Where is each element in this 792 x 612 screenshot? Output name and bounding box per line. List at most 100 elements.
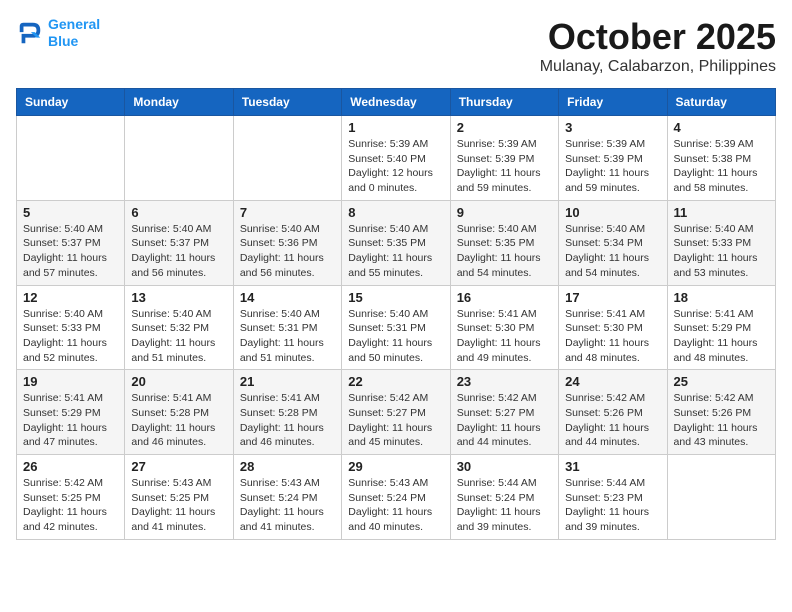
day-info: Sunrise: 5:40 AM Sunset: 5:37 PM Dayligh… [131, 222, 226, 281]
calendar-cell: 7 Sunrise: 5:40 AM Sunset: 5:36 PM Daylig… [233, 200, 341, 285]
day-number: 15 [348, 290, 443, 305]
day-number: 26 [23, 459, 118, 474]
day-info: Sunrise: 5:40 AM Sunset: 5:33 PM Dayligh… [23, 307, 118, 366]
day-info: Sunrise: 5:40 AM Sunset: 5:31 PM Dayligh… [240, 307, 335, 366]
day-number: 13 [131, 290, 226, 305]
day-info: Sunrise: 5:41 AM Sunset: 5:30 PM Dayligh… [565, 307, 660, 366]
day-info: Sunrise: 5:42 AM Sunset: 5:27 PM Dayligh… [457, 391, 552, 450]
day-header-wednesday: Wednesday [342, 89, 450, 116]
day-info: Sunrise: 5:44 AM Sunset: 5:24 PM Dayligh… [457, 476, 552, 535]
day-number: 6 [131, 205, 226, 220]
calendar-week-row: 5 Sunrise: 5:40 AM Sunset: 5:37 PM Daylig… [17, 200, 776, 285]
calendar-cell: 13 Sunrise: 5:40 AM Sunset: 5:32 PM Dayli… [125, 285, 233, 370]
day-number: 18 [674, 290, 769, 305]
day-header-sunday: Sunday [17, 89, 125, 116]
day-info: Sunrise: 5:42 AM Sunset: 5:27 PM Dayligh… [348, 391, 443, 450]
calendar-week-row: 1 Sunrise: 5:39 AM Sunset: 5:40 PM Daylig… [17, 116, 776, 201]
day-number: 1 [348, 120, 443, 135]
calendar-week-row: 19 Sunrise: 5:41 AM Sunset: 5:29 PM Dayli… [17, 370, 776, 455]
day-number: 9 [457, 205, 552, 220]
calendar-cell: 30Sunrise: 5:44 AM Sunset: 5:24 PM Dayli… [450, 455, 558, 540]
day-info: Sunrise: 5:39 AM Sunset: 5:39 PM Dayligh… [457, 137, 552, 196]
logo-line1: General [48, 16, 100, 32]
day-number: 31 [565, 459, 660, 474]
calendar-cell: 20 Sunrise: 5:41 AM Sunset: 5:28 PM Dayli… [125, 370, 233, 455]
day-header-thursday: Thursday [450, 89, 558, 116]
day-info: Sunrise: 5:39 AM Sunset: 5:38 PM Dayligh… [674, 137, 769, 196]
logo-line2: Blue [48, 33, 78, 49]
calendar-cell: 15 Sunrise: 5:40 AM Sunset: 5:31 PM Dayli… [342, 285, 450, 370]
calendar-cell: 22 Sunrise: 5:42 AM Sunset: 5:27 PM Dayli… [342, 370, 450, 455]
calendar-cell: 2 Sunrise: 5:39 AM Sunset: 5:39 PM Daylig… [450, 116, 558, 201]
page-header: General Blue October 2025 Mulanay, Calab… [16, 16, 776, 76]
calendar-cell: 12 Sunrise: 5:40 AM Sunset: 5:33 PM Dayli… [17, 285, 125, 370]
day-number: 3 [565, 120, 660, 135]
day-number: 17 [565, 290, 660, 305]
day-number: 5 [23, 205, 118, 220]
day-number: 8 [348, 205, 443, 220]
calendar-cell: 17 Sunrise: 5:41 AM Sunset: 5:30 PM Dayli… [559, 285, 667, 370]
day-number: 4 [674, 120, 769, 135]
day-number: 20 [131, 374, 226, 389]
logo-text: General Blue [48, 16, 100, 50]
day-number: 22 [348, 374, 443, 389]
calendar-cell: 9 Sunrise: 5:40 AM Sunset: 5:35 PM Daylig… [450, 200, 558, 285]
day-number: 29 [348, 459, 443, 474]
calendar-cell [17, 116, 125, 201]
calendar-cell: 6 Sunrise: 5:40 AM Sunset: 5:37 PM Daylig… [125, 200, 233, 285]
month-title: October 2025 [540, 16, 776, 58]
day-info: Sunrise: 5:40 AM Sunset: 5:32 PM Dayligh… [131, 307, 226, 366]
calendar-cell: 16Sunrise: 5:41 AM Sunset: 5:30 PM Dayli… [450, 285, 558, 370]
calendar-cell: 10 Sunrise: 5:40 AM Sunset: 5:34 PM Dayli… [559, 200, 667, 285]
day-number: 10 [565, 205, 660, 220]
location-title: Mulanay, Calabarzon, Philippines [540, 58, 776, 76]
calendar-header-row: SundayMondayTuesdayWednesdayThursdayFrid… [17, 89, 776, 116]
day-number: 7 [240, 205, 335, 220]
calendar-cell: 25 Sunrise: 5:42 AM Sunset: 5:26 PM Dayli… [667, 370, 775, 455]
calendar-cell [125, 116, 233, 201]
day-info: Sunrise: 5:41 AM Sunset: 5:29 PM Dayligh… [23, 391, 118, 450]
day-info: Sunrise: 5:43 AM Sunset: 5:24 PM Dayligh… [240, 476, 335, 535]
day-info: Sunrise: 5:41 AM Sunset: 5:28 PM Dayligh… [131, 391, 226, 450]
calendar-week-row: 12 Sunrise: 5:40 AM Sunset: 5:33 PM Dayli… [17, 285, 776, 370]
day-header-friday: Friday [559, 89, 667, 116]
day-number: 25 [674, 374, 769, 389]
calendar-week-row: 26Sunrise: 5:42 AM Sunset: 5:25 PM Dayli… [17, 455, 776, 540]
day-info: Sunrise: 5:43 AM Sunset: 5:25 PM Dayligh… [131, 476, 226, 535]
day-info: Sunrise: 5:42 AM Sunset: 5:26 PM Dayligh… [565, 391, 660, 450]
calendar-cell: 23 Sunrise: 5:42 AM Sunset: 5:27 PM Dayli… [450, 370, 558, 455]
day-number: 23 [457, 374, 552, 389]
calendar-cell: 26Sunrise: 5:42 AM Sunset: 5:25 PM Dayli… [17, 455, 125, 540]
day-info: Sunrise: 5:40 AM Sunset: 5:35 PM Dayligh… [348, 222, 443, 281]
day-info: Sunrise: 5:40 AM Sunset: 5:37 PM Dayligh… [23, 222, 118, 281]
day-info: Sunrise: 5:40 AM Sunset: 5:33 PM Dayligh… [674, 222, 769, 281]
calendar-cell: 14 Sunrise: 5:40 AM Sunset: 5:31 PM Dayli… [233, 285, 341, 370]
day-number: 21 [240, 374, 335, 389]
day-info: Sunrise: 5:41 AM Sunset: 5:28 PM Dayligh… [240, 391, 335, 450]
day-info: Sunrise: 5:43 AM Sunset: 5:24 PM Dayligh… [348, 476, 443, 535]
day-info: Sunrise: 5:41 AM Sunset: 5:30 PM Dayligh… [457, 307, 552, 366]
calendar-cell: 31 Sunrise: 5:44 AM Sunset: 5:23 PM Dayli… [559, 455, 667, 540]
day-info: Sunrise: 5:42 AM Sunset: 5:26 PM Dayligh… [674, 391, 769, 450]
calendar-cell: 24 Sunrise: 5:42 AM Sunset: 5:26 PM Dayli… [559, 370, 667, 455]
calendar-cell [233, 116, 341, 201]
calendar-cell: 21 Sunrise: 5:41 AM Sunset: 5:28 PM Dayli… [233, 370, 341, 455]
calendar-cell [667, 455, 775, 540]
day-number: 2 [457, 120, 552, 135]
calendar-cell: 29 Sunrise: 5:43 AM Sunset: 5:24 PM Dayli… [342, 455, 450, 540]
day-number: 14 [240, 290, 335, 305]
day-info: Sunrise: 5:39 AM Sunset: 5:40 PM Dayligh… [348, 137, 443, 196]
calendar-table: SundayMondayTuesdayWednesdayThursdayFrid… [16, 88, 776, 540]
day-info: Sunrise: 5:40 AM Sunset: 5:34 PM Dayligh… [565, 222, 660, 281]
day-number: 24 [565, 374, 660, 389]
day-info: Sunrise: 5:40 AM Sunset: 5:36 PM Dayligh… [240, 222, 335, 281]
title-area: October 2025 Mulanay, Calabarzon, Philip… [540, 16, 776, 76]
day-info: Sunrise: 5:40 AM Sunset: 5:31 PM Dayligh… [348, 307, 443, 366]
calendar-cell: 4 Sunrise: 5:39 AM Sunset: 5:38 PM Daylig… [667, 116, 775, 201]
calendar-cell: 5 Sunrise: 5:40 AM Sunset: 5:37 PM Daylig… [17, 200, 125, 285]
day-header-saturday: Saturday [667, 89, 775, 116]
day-number: 19 [23, 374, 118, 389]
day-number: 12 [23, 290, 118, 305]
day-info: Sunrise: 5:44 AM Sunset: 5:23 PM Dayligh… [565, 476, 660, 535]
day-info: Sunrise: 5:40 AM Sunset: 5:35 PM Dayligh… [457, 222, 552, 281]
